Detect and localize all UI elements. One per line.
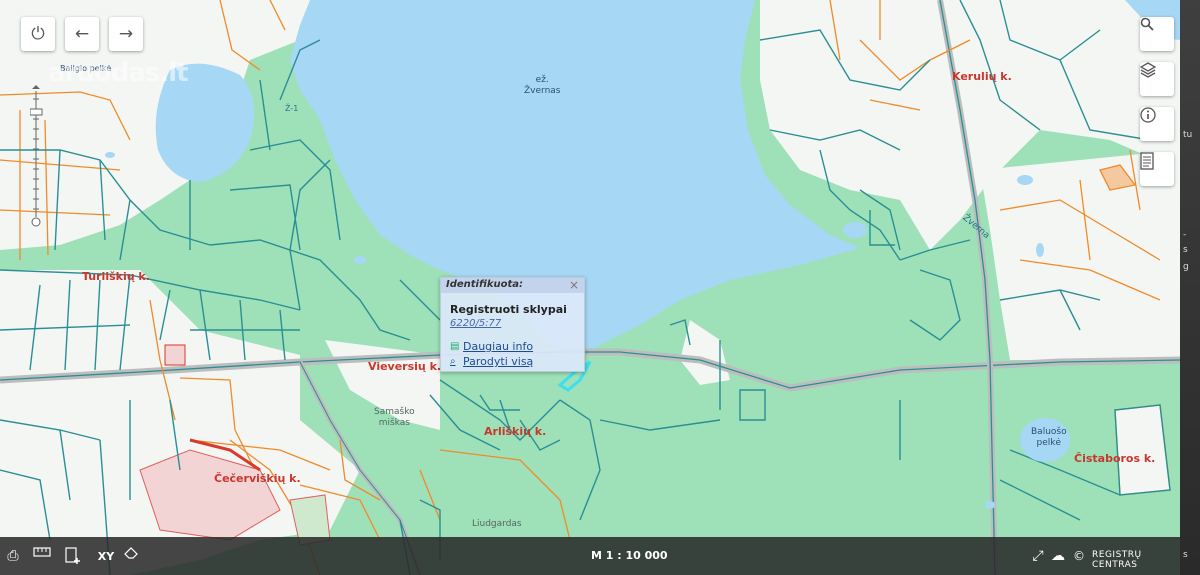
cloud-icon: ☁ (1051, 548, 1065, 564)
more-info-label: Daugiau info (463, 340, 534, 353)
popup-title: Registruoti sklypai (450, 303, 567, 316)
road-label-small: Ž-1 (285, 104, 299, 113)
info-button[interactable] (1140, 107, 1174, 141)
arrow-left-icon: ← (74, 24, 90, 44)
forest-label-line-1: Samaško (374, 407, 415, 417)
strip-text-5: s (1183, 550, 1188, 560)
magnifier-icon: ⌕ (450, 355, 456, 367)
popup-header: Identifikuota: (441, 278, 584, 293)
forward-button[interactable]: → (109, 17, 143, 51)
place-label-liudgardas: Liudgardas (472, 519, 522, 529)
parcel-id-link[interactable]: 6220/5:77 (450, 318, 501, 329)
strip-text-4: g (1183, 262, 1189, 272)
bog-label-baluoso: Baluošo pelkė (1031, 427, 1067, 449)
weather-layer-button[interactable]: ☁ (1049, 547, 1067, 565)
strip-text-2: - (1183, 230, 1187, 240)
lake-name: Žvernas (524, 86, 561, 96)
village-label-arliskiai: Arliškių k. (484, 425, 547, 438)
identify-popup: Identifikuota: × Registruoti sklypai 622… (440, 277, 585, 372)
fullscreen-button[interactable]: ⤢ (1030, 547, 1046, 565)
add-document-button[interactable] (65, 547, 83, 565)
coordinates-button[interactable]: XY (96, 547, 116, 565)
lake-label: ež. Žvernas (524, 75, 560, 97)
power-button[interactable]: ⏻ (21, 17, 55, 51)
more-info-link[interactable]: ▤ Daugiau info (450, 340, 533, 353)
copyright-button[interactable]: © (1072, 547, 1086, 565)
show-all-label: Parodyti visą (463, 355, 534, 368)
arrow-right-icon: → (118, 24, 134, 44)
village-label-vieversiai: Vieversių k. (368, 360, 442, 373)
eraser-button[interactable] (124, 547, 140, 565)
scale-readout: M 1 : 10 000 (591, 549, 668, 562)
document-icon: ▤ (450, 340, 460, 352)
bog-label-line-1: Baluošo (1031, 427, 1067, 437)
bog-label-line-2: pelkė (1036, 438, 1062, 448)
strip-text-3: s (1183, 245, 1188, 255)
strip-text-1: tu (1183, 130, 1193, 140)
village-label-cecerviskiai: Čečerviškių k. (214, 472, 301, 485)
popup-close-button[interactable]: × (569, 278, 579, 292)
copyright-icon: © (1073, 549, 1085, 563)
printer-icon: ⎙ (7, 548, 19, 564)
zoom-slider-graphic (30, 85, 43, 227)
bottom-toolbar: ⎙ XY M 1 : 10 000 ⤢ ☁ © REGISTRŲ CENTRAS (0, 537, 1180, 575)
show-all-link[interactable]: ⌕ Parodyti visą (450, 355, 533, 368)
print-button[interactable]: ⎙ (4, 547, 22, 565)
measure-button[interactable] (33, 547, 53, 565)
watermark-logo: aruodas.lt (48, 58, 189, 88)
lake-prefix: ež. (535, 75, 549, 85)
power-icon: ⏻ (31, 24, 45, 44)
forest-label-samasko: Samaško miškas (374, 407, 415, 429)
browser-side-strip: tu - s g s (1180, 0, 1200, 575)
back-button[interactable]: ← (65, 17, 99, 51)
registry-label: REGISTRŲ CENTRAS (1092, 550, 1142, 570)
zoom-slider[interactable] (30, 85, 43, 227)
village-label-turliskiai: Turliškių k. (82, 270, 150, 283)
village-label-cistaboros: Čistaboros k. (1074, 452, 1156, 465)
search-button[interactable] (1140, 17, 1174, 51)
legend-button[interactable] (1140, 152, 1174, 186)
village-label-kerulia: Kerulių k. (952, 70, 1012, 83)
layers-button[interactable] (1140, 62, 1174, 96)
fullscreen-icon: ⤢ (1032, 548, 1044, 564)
forest-label-line-2: miškas (378, 418, 410, 428)
map-canvas[interactable]: ež. Žvernas Bailgio pelkė Kerulių k. Tur… (0, 0, 1180, 575)
